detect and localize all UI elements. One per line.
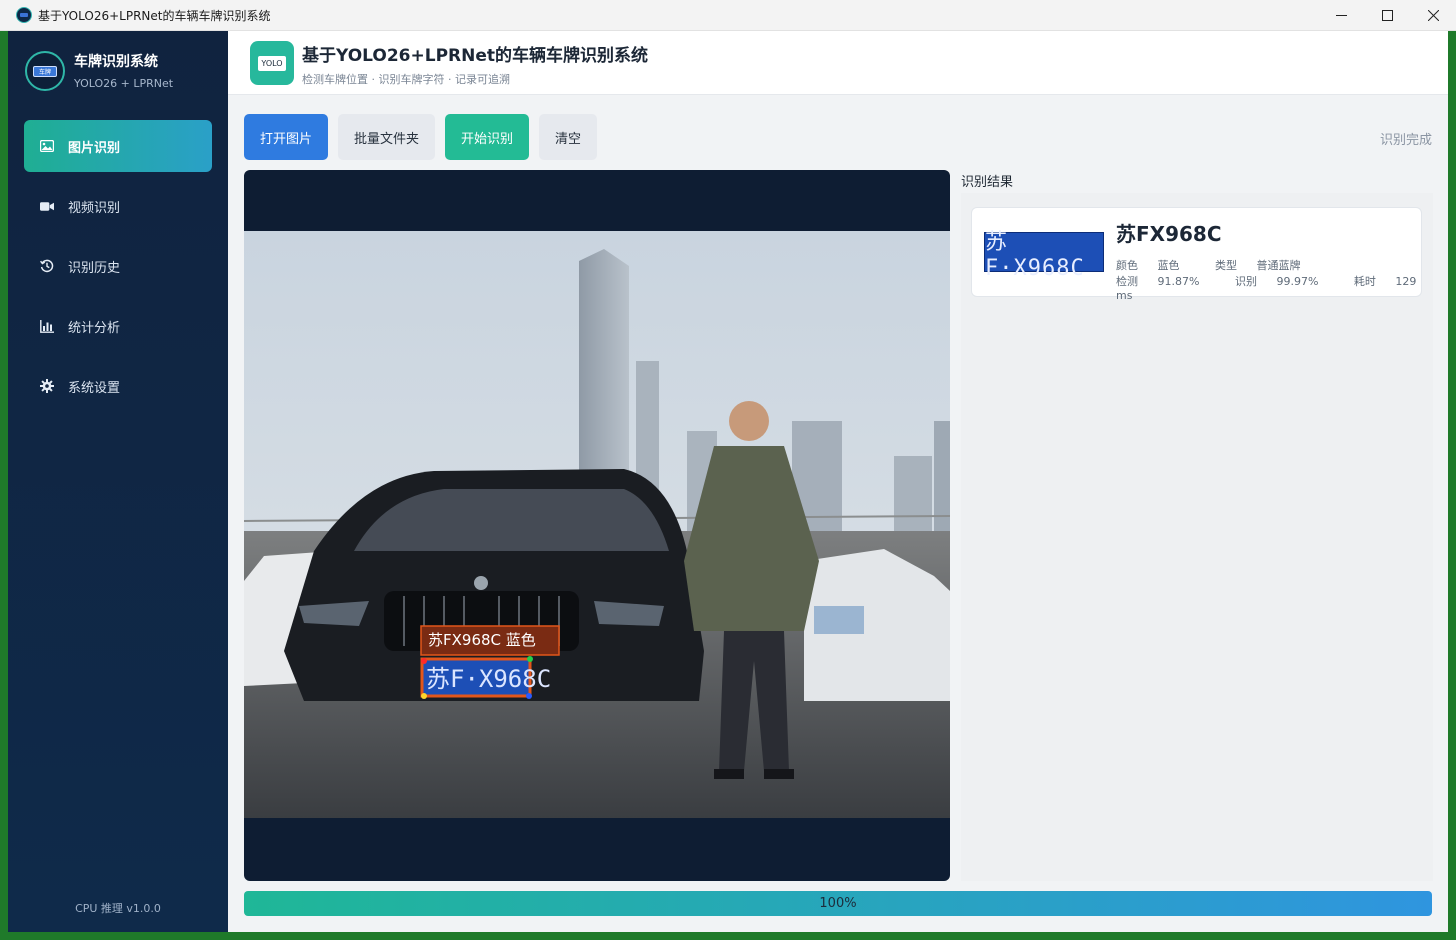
- progress-text: 100%: [819, 896, 857, 911]
- start-recognition-button[interactable]: 开始识别: [445, 114, 530, 160]
- brand-logo: 车牌: [25, 51, 65, 91]
- sidebar: 车牌 车牌识别系统 YOLO26 + LPRNet 图片识别 视频识别 识别历史…: [8, 31, 228, 932]
- brand-name: 车牌识别系统: [74, 54, 158, 70]
- plate-text-overlay: 苏F·X968C: [426, 665, 551, 693]
- video-icon: [40, 199, 54, 213]
- yolo-logo: YOLO: [250, 41, 294, 85]
- time-label: 耗时: [1353, 275, 1376, 288]
- sidebar-item-statistics[interactable]: 统计分析: [24, 300, 212, 352]
- type-value: 普通蓝牌: [1256, 259, 1301, 272]
- sidebar-item-label: 统计分析: [68, 320, 121, 336]
- open-image-button[interactable]: 打开图片: [244, 114, 328, 160]
- history-icon: [40, 259, 54, 273]
- recognize-label: 识别: [1234, 275, 1257, 288]
- sidebar-nav: 图片识别 视频识别 识别历史 统计分析 系统设置: [24, 120, 212, 420]
- sidebar-item-settings[interactable]: 系统设置: [24, 360, 212, 412]
- brand-logo-plate: 车牌: [33, 65, 57, 77]
- status-text: 识别完成: [1379, 133, 1432, 148]
- sidebar-item-label: 系统设置: [68, 380, 121, 396]
- page-header: YOLO 基于YOLO26+LPRNet的车辆车牌识别系统 检测车牌位置 · 识…: [228, 31, 1448, 95]
- plate-meta-row-1: 颜色 蓝色 类型 普通蓝牌: [1116, 257, 1333, 273]
- app-icon: [16, 7, 32, 23]
- version-label: CPU 推理 v1.0.0: [75, 902, 161, 915]
- sidebar-item-label: 识别历史: [68, 260, 121, 276]
- plate-number: 苏FX968C: [1116, 222, 1222, 246]
- sidebar-item-label: 视频识别: [68, 200, 121, 216]
- minimize-icon[interactable]: [1318, 0, 1364, 31]
- plate-thumbnail: 苏F·X968C: [984, 230, 1104, 281]
- results-heading: 识别结果: [961, 175, 1014, 190]
- detect-value: 91.87%: [1157, 275, 1200, 288]
- chart-icon: [40, 319, 54, 333]
- progress-bar: 100%: [244, 891, 1432, 916]
- page-subtitle: 检测车牌位置 · 识别车牌字符 · 记录可追溯: [302, 73, 510, 86]
- toolbar: 打开图片 批量文件夹 开始识别 清空: [244, 114, 607, 160]
- window-title: 基于YOLO26+LPRNet的车辆车牌识别系统: [38, 8, 271, 23]
- main-area: YOLO 基于YOLO26+LPRNet的车辆车牌识别系统 检测车牌位置 · 识…: [228, 31, 1448, 932]
- app-window: 基于YOLO26+LPRNet的车辆车牌识别系统 车牌 车牌识别系统 YOLO2…: [0, 0, 1456, 940]
- maximize-icon[interactable]: [1364, 0, 1410, 31]
- sidebar-item-image-recognition[interactable]: 图片识别: [24, 120, 212, 172]
- page-title: 基于YOLO26+LPRNet的车辆车牌识别系统: [302, 46, 649, 66]
- title-bar: 基于YOLO26+LPRNet的车辆车牌识别系统: [0, 0, 1456, 31]
- detect-label: 检测: [1116, 275, 1138, 288]
- close-icon[interactable]: [1410, 0, 1456, 31]
- batch-folder-button[interactable]: 批量文件夹: [338, 114, 436, 160]
- sidebar-item-video-recognition[interactable]: 视频识别: [24, 180, 212, 232]
- image-icon: [40, 139, 54, 153]
- image-viewer[interactable]: 苏FX968C 蓝色 苏F·X968C: [244, 170, 950, 881]
- brand: 车牌 车牌识别系统 YOLO26 + LPRNet: [25, 51, 173, 91]
- sidebar-item-label: 图片识别: [68, 140, 121, 156]
- clear-button[interactable]: 清空: [539, 114, 598, 160]
- color-label: 颜色: [1116, 259, 1138, 272]
- recognize-value: 99.97%: [1276, 275, 1319, 288]
- type-label: 类型: [1215, 259, 1237, 272]
- plate-meta-row-2: 检测 91.87% 识别 99.97% 耗时 129 ms: [1116, 273, 1421, 302]
- scene-image: 苏FX968C 蓝色 苏F·X968C: [244, 231, 950, 818]
- overlay-label: 苏FX968C 蓝色: [428, 631, 536, 649]
- gear-icon: [40, 379, 54, 393]
- window-controls: [1318, 0, 1456, 31]
- sidebar-item-history[interactable]: 识别历史: [24, 240, 212, 292]
- color-value: 蓝色: [1157, 259, 1180, 272]
- result-card[interactable]: 苏F·X968C 苏FX968C 颜色 蓝色 类型 普通蓝牌 检测 91.87%…: [971, 207, 1422, 302]
- results-panel: 苏F·X968C 苏FX968C 颜色 蓝色 类型 普通蓝牌 检测 91.87%…: [961, 193, 1433, 881]
- brand-subtitle: YOLO26 + LPRNet: [74, 77, 174, 90]
- yolo-logo-text: YOLO: [258, 55, 286, 71]
